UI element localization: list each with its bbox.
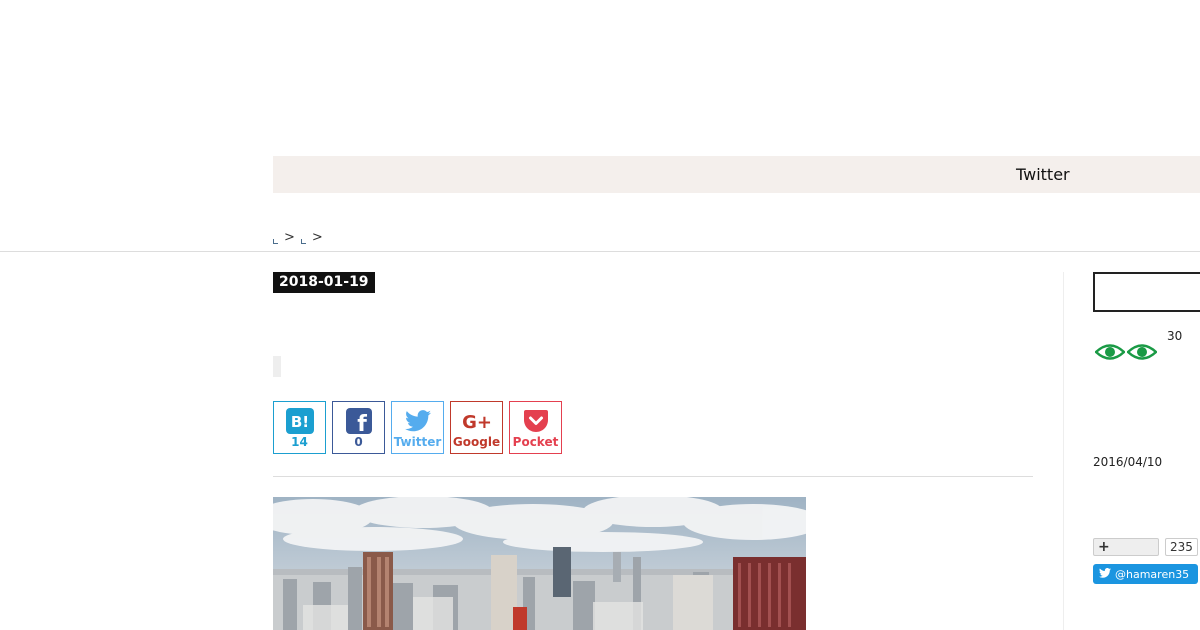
share-buttons: B! 14 f 0 Twitter G+ Google Pocket: [273, 401, 562, 454]
svg-text:G+: G+: [462, 412, 492, 432]
breadcrumb-separator: >: [311, 230, 323, 245]
twitter-share-label: Twitter: [393, 434, 442, 449]
follow-button[interactable]: +: [1093, 538, 1159, 556]
sidebar-date: 2016/04/10: [1093, 455, 1163, 469]
svg-text:f: f: [357, 412, 367, 434]
sidebar-divider: [1063, 272, 1064, 630]
share-pocket-button[interactable]: Pocket: [509, 401, 562, 454]
sidebar-search-input[interactable]: [1093, 272, 1200, 312]
breadcrumb-category-link[interactable]: [300, 239, 306, 244]
hatena-count: 14: [291, 434, 308, 449]
facebook-count: 0: [354, 434, 363, 449]
google-share-label: Google: [452, 434, 501, 449]
article-date-badge: 2018-01-19: [273, 272, 375, 293]
hatena-bookmark-icon: B!: [285, 407, 314, 435]
breadcrumb: > >: [273, 230, 323, 245]
twitter-follow-button[interactable]: @hamaren35: [1093, 564, 1198, 584]
pocket-icon: [523, 407, 548, 435]
twitter-handle: @hamaren35: [1115, 567, 1190, 581]
twitter-bird-icon: [404, 407, 431, 435]
eye-icons: [1094, 343, 1158, 365]
share-google-button[interactable]: G+ Google: [450, 401, 503, 454]
follower-count: 235: [1165, 538, 1198, 556]
content-divider: [273, 476, 1033, 477]
twitter-bird-icon: [1099, 567, 1111, 581]
facebook-icon: f: [345, 407, 373, 435]
share-hatena-button[interactable]: B! 14: [273, 401, 326, 454]
share-twitter-button[interactable]: Twitter: [391, 401, 444, 454]
pocket-share-label: Pocket: [512, 434, 559, 449]
breadcrumb-separator: >: [284, 230, 295, 245]
nav-link-twitter[interactable]: Twitter: [1016, 165, 1070, 184]
plus-icon: +: [1098, 539, 1110, 555]
google-plus-icon: G+: [460, 407, 494, 435]
breadcrumb-home-link[interactable]: [273, 239, 278, 244]
share-facebook-button[interactable]: f 0: [332, 401, 385, 454]
svg-text:B!: B!: [290, 413, 308, 431]
article-blockquote: [273, 356, 281, 377]
eye-icon: [1094, 343, 1126, 365]
header-divider: [0, 251, 1200, 252]
eye-icon: [1126, 343, 1158, 365]
eye-count: 30: [1167, 329, 1183, 343]
follow-widget: + 235: [1093, 538, 1198, 556]
article-photo-city-skyline: [273, 497, 806, 630]
